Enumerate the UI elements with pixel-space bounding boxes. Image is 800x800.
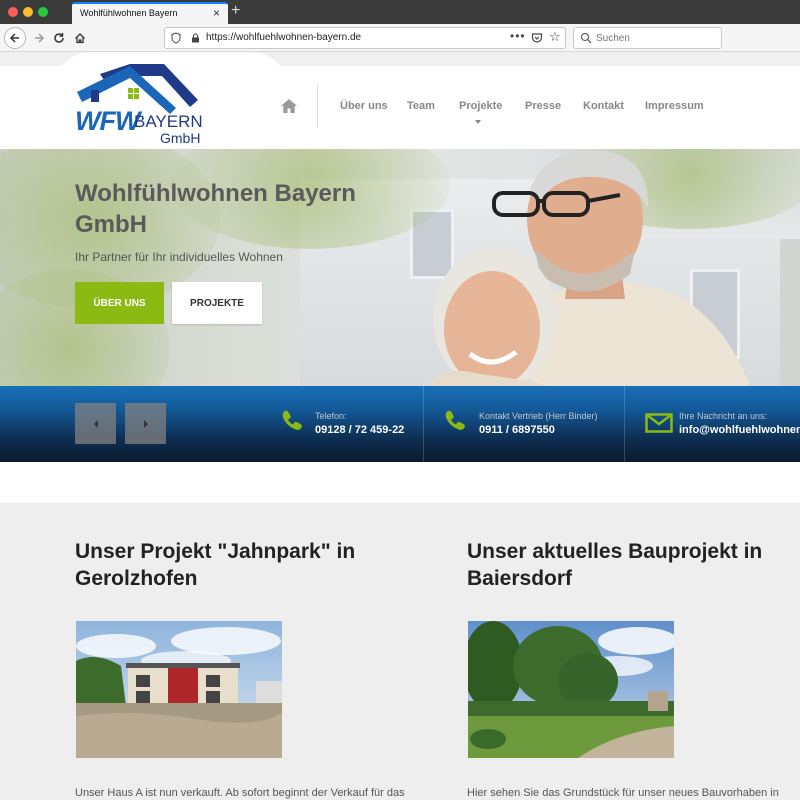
contact-vertrieb-value[interactable]: 0911 / 6897550 bbox=[479, 424, 555, 436]
contact-mail-label: Ihre Nachricht an uns: bbox=[679, 411, 768, 421]
contact-telefon-label: Telefon: bbox=[315, 411, 347, 421]
menu-item-kontakt[interactable]: Kontakt bbox=[583, 100, 624, 112]
contact-mail-value[interactable]: info@wohlfuehlwohnen-ba bbox=[679, 424, 800, 436]
lock-icon[interactable] bbox=[191, 33, 200, 43]
forward-button[interactable] bbox=[28, 27, 50, 49]
url-bar[interactable]: https://wohlfuehlwohnen-bayern.de ••• ☆ bbox=[164, 27, 566, 49]
project-jahnpark-title[interactable]: Unser Projekt "Jahnpark" in Gerolzhofen bbox=[75, 538, 405, 592]
minimize-window-button[interactable] bbox=[23, 7, 33, 17]
menu-home-icon[interactable] bbox=[280, 98, 298, 114]
close-window-button[interactable] bbox=[8, 7, 18, 17]
tab-title: Wohlfühlwohnen Bayern bbox=[80, 8, 178, 18]
hero-subtitle: Ihr Partner für Ihr individuelles Wohnen bbox=[75, 250, 283, 264]
phone-icon bbox=[445, 410, 465, 430]
caret-left-icon bbox=[93, 419, 98, 428]
hero-couple-photo bbox=[430, 150, 750, 386]
reload-icon bbox=[54, 33, 64, 43]
phone-icon bbox=[282, 410, 302, 430]
chevron-down-icon[interactable] bbox=[475, 120, 481, 124]
contact-divider bbox=[624, 386, 625, 462]
logo-gmbh-text[interactable]: GmbH bbox=[160, 130, 200, 146]
contact-vertrieb-label: Kontakt Vertrieb (Herr Binder) bbox=[479, 411, 598, 421]
project-baiersdorf-image[interactable] bbox=[468, 621, 674, 758]
pocket-icon[interactable] bbox=[531, 32, 543, 44]
hero-title: Wohlfühlwohnen Bayern GmbH bbox=[75, 180, 356, 238]
logo-wfw-text[interactable]: WFW bbox=[75, 106, 140, 137]
browser-titlebar: Wohlfühlwohnen Bayern × + bbox=[0, 0, 800, 24]
menu-item-impressum[interactable]: Impressum bbox=[645, 100, 704, 112]
mail-icon bbox=[645, 413, 673, 433]
menu-divider bbox=[317, 86, 318, 128]
back-button[interactable] bbox=[4, 27, 26, 49]
project-jahnpark-photo bbox=[76, 621, 282, 758]
slider-prev-button[interactable] bbox=[75, 403, 116, 444]
contact-telefon-value[interactable]: 09128 / 72 459-22 bbox=[315, 424, 404, 436]
shield-icon[interactable] bbox=[171, 32, 181, 44]
new-tab-button[interactable]: + bbox=[231, 2, 240, 20]
caret-right-icon bbox=[143, 419, 148, 428]
menu-item-presse[interactable]: Presse bbox=[525, 100, 561, 112]
browser-tab[interactable]: Wohlfühlwohnen Bayern × bbox=[72, 2, 228, 24]
logo-bayern-text[interactable]: BAYERN bbox=[134, 112, 203, 132]
ueber-uns-button[interactable]: ÜBER UNS bbox=[75, 282, 164, 324]
search-icon bbox=[580, 32, 592, 44]
home-button[interactable] bbox=[69, 27, 91, 49]
menu-item-projekte[interactable]: Projekte bbox=[459, 100, 502, 112]
search-placeholder[interactable]: Suchen bbox=[596, 33, 630, 44]
menu-item-team[interactable]: Team bbox=[407, 100, 435, 112]
project-jahnpark-image[interactable] bbox=[76, 621, 282, 758]
slider-next-button[interactable] bbox=[125, 403, 166, 444]
arrow-left-icon bbox=[9, 33, 19, 43]
reload-button[interactable] bbox=[48, 27, 70, 49]
url-text[interactable]: https://wohlfuehlwohnen-bayern.de bbox=[206, 32, 361, 43]
bookmark-star-icon[interactable]: ☆ bbox=[549, 29, 561, 45]
project-baiersdorf-photo bbox=[468, 621, 674, 758]
page-actions-button[interactable]: ••• bbox=[510, 29, 526, 43]
projekte-button[interactable]: PROJEKTE bbox=[172, 282, 262, 324]
tab-close-button[interactable]: × bbox=[213, 6, 220, 20]
home-icon bbox=[75, 33, 85, 44]
arrow-right-icon bbox=[35, 33, 45, 43]
search-bar[interactable]: Suchen bbox=[573, 27, 722, 49]
project-jahnpark-text: Unser Haus A ist nun verkauft. Ab sofort… bbox=[75, 787, 405, 799]
maximize-window-button[interactable] bbox=[38, 7, 48, 17]
menu-item-ueber-uns[interactable]: Über uns bbox=[340, 100, 388, 112]
project-baiersdorf-title[interactable]: Unser aktuelles Bauprojekt in Baiersdorf bbox=[467, 538, 797, 592]
project-baiersdorf-text: Hier sehen Sie das Grundstück für unser … bbox=[467, 787, 779, 799]
browser-navbar: https://wohlfuehlwohnen-bayern.de ••• ☆ … bbox=[0, 24, 800, 52]
contact-divider bbox=[423, 386, 424, 462]
